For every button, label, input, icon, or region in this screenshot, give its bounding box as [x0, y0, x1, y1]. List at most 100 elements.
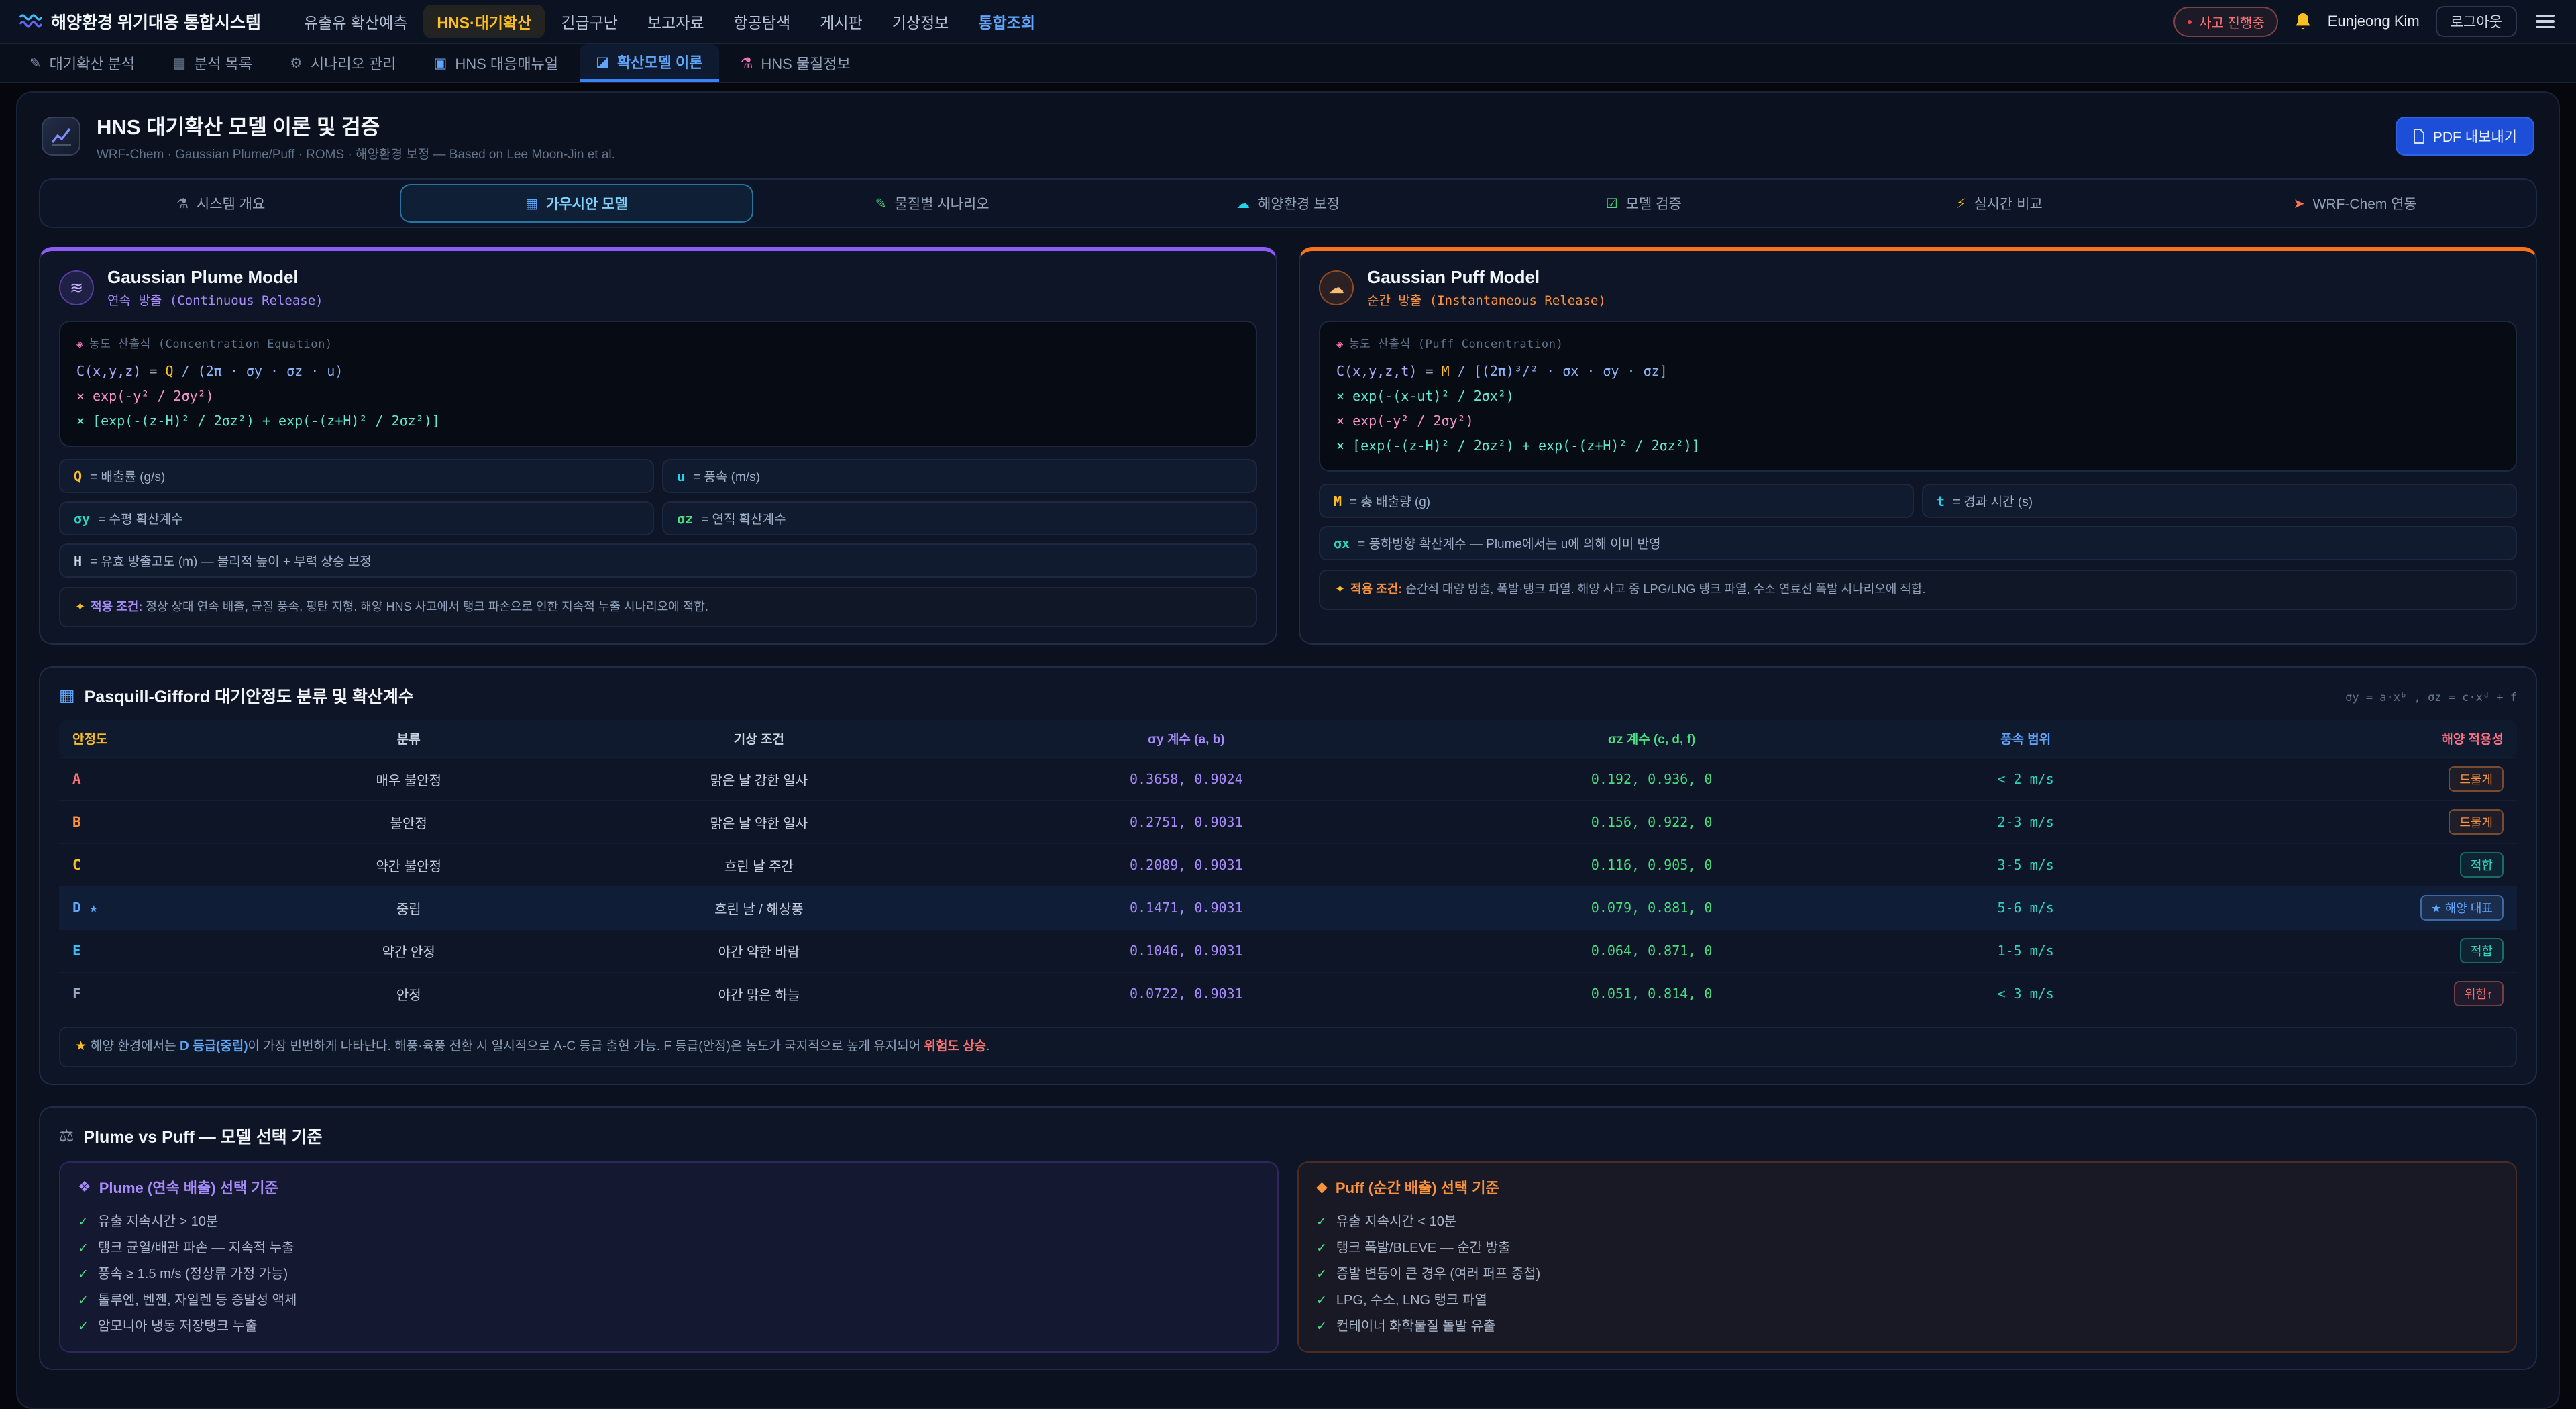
nav-item-integrated-search[interactable]: 통합조회 [965, 5, 1049, 38]
nav-item-reports[interactable]: 보고자료 [634, 5, 718, 38]
col-applicability: 해양 적용성 [2161, 720, 2517, 758]
brand-title: 해양환경 위기대응 통합시스템 [51, 9, 261, 34]
tab-gaussian-model[interactable]: ▦ 가우시안 모델 [400, 184, 753, 223]
list-item: ✓유출 지속시간 < 10분 [1316, 1207, 2498, 1233]
subnav-tab-analysis-list[interactable]: ▤ 분석 목록 [156, 44, 268, 82]
puff-title: Gaussian Puff Model [1367, 267, 1606, 288]
model-selection-card: ⚖ Plume vs Puff — 모델 선택 기준 ❖ Plume (연속 배… [39, 1106, 2537, 1370]
list-item: ✓풍속 ≥ 1.5 m/s (정상류 가정 가능) [78, 1259, 1260, 1286]
lightning-icon: ⚡ [1956, 195, 1966, 212]
check-icon: ✓ [1316, 1319, 1327, 1335]
tab-system-overview[interactable]: ⚗ 시스템 개요 [44, 184, 397, 223]
plume-title: Gaussian Plume Model [107, 267, 323, 288]
param-h: H = 유효 방출고도 (m) — 물리적 높이 + 부력 상승 보정 [59, 543, 1257, 578]
plume-params: Q = 배출률 (g/s) u = 풍속 (m/s) σy = 수평 확산계수 … [59, 459, 1257, 578]
flask-icon: ⚗ [176, 195, 189, 212]
gaussian-puff-card: ☁ Gaussian Puff Model 순간 방출 (Instantaneo… [1299, 247, 2537, 645]
logout-button[interactable]: 로그아웃 [2436, 6, 2517, 37]
applicability-badge: 드물게 [2449, 766, 2504, 792]
applicability-badge: 적합 [2460, 938, 2504, 963]
col-class: 분류 [260, 720, 558, 758]
pencil-icon: ✎ [875, 195, 887, 212]
nav-item-oil-spill[interactable]: 유출유 확산예측 [290, 5, 421, 38]
table-header-row: 안정도 분류 기상 조건 σy 계수 (a, b) σz 계수 (c, d, f… [59, 720, 2517, 758]
table-row: C 약간 불안정 흐린 날 주간 0.2089, 0.9031 0.116, 0… [59, 843, 2517, 886]
cloud-icon: ☁ [1236, 195, 1250, 212]
tab-substance-scenario[interactable]: ✎ 물질별 시나리오 [756, 184, 1109, 223]
selection-grid: ❖ Plume (연속 배출) 선택 기준 ✓유출 지속시간 > 10분 ✓탱크… [59, 1161, 2517, 1353]
param-q: Q = 배출률 (g/s) [59, 459, 654, 493]
page-header-text: HNS 대기확산 모델 이론 및 검증 WRF-Chem · Gaussian … [97, 110, 615, 162]
nav-item-rescue[interactable]: 긴급구난 [547, 5, 631, 38]
plume-card-header: ≋ Gaussian Plume Model 연속 방출 (Continuous… [59, 267, 1257, 309]
tab-wrfchem-link[interactable]: ➤ WRF-Chem 연동 [2179, 184, 2532, 223]
main-navigation: 유출유 확산예측 HNS·대기확산 긴급구난 보고자료 항공탐색 게시판 기상정… [290, 5, 1049, 38]
rocket-icon: ➤ [2294, 195, 2305, 212]
col-grade: 안정도 [59, 720, 260, 758]
table-row: F 안정 야간 맑은 하늘 0.0722, 0.9031 0.051, 0.81… [59, 972, 2517, 1014]
subnav-tab-label: 확산모델 이론 [617, 51, 703, 72]
tab-label: WRF-Chem 연동 [2313, 193, 2417, 213]
subnav-tab-diffusion-analysis[interactable]: ✎ 대기확산 분석 [13, 44, 151, 82]
applicability-badge: ★ 해양 대표 [2420, 895, 2504, 921]
book-icon: ▣ [433, 55, 447, 72]
pdf-export-label: PDF 내보내기 [2433, 126, 2517, 146]
puff-eq-title: 농도 산출식 (Puff Concentration) [1349, 337, 1564, 351]
nav-item-board[interactable]: 게시판 [806, 5, 875, 38]
menu-hamburger-icon[interactable] [2533, 9, 2557, 34]
gaussian-plume-card: ≋ Gaussian Plume Model 연속 방출 (Continuous… [39, 247, 1277, 645]
nav-item-hns-diffusion[interactable]: HNS·대기확산 [423, 5, 545, 38]
check-icon: ✓ [1316, 1267, 1327, 1282]
sub-navigation: ✎ 대기확산 분석 ▤ 분석 목록 ⚙ 시나리오 관리 ▣ HNS 대응매뉴얼 … [0, 44, 2576, 83]
nav-item-weather[interactable]: 기상정보 [879, 5, 963, 38]
tab-label: 가우시안 모델 [546, 193, 628, 213]
chart-icon: ◪ [596, 54, 609, 70]
subnav-tab-hns-manual[interactable]: ▣ HNS 대응매뉴얼 [417, 44, 574, 82]
table-footnote: ★해양 환경에서는 D 등급(중립)이 가장 빈번하게 나타난다. 해풍·육풍 … [59, 1027, 2517, 1067]
tab-label: 물질별 시나리오 [895, 193, 989, 213]
list-item: ✓컨테이너 화학물질 돌발 유출 [1316, 1312, 2498, 1338]
gem-purple-icon: ❖ [78, 1178, 91, 1196]
subnav-tab-scenario-manage[interactable]: ⚙ 시나리오 관리 [274, 44, 412, 82]
subnav-tab-label: 분석 목록 [194, 52, 252, 74]
incident-status-badge: ● 사고 진행중 [2174, 7, 2278, 37]
nav-item-aerial-search[interactable]: 항공탐색 [720, 5, 804, 38]
app-root: 해양환경 위기대응 통합시스템 유출유 확산예측 HNS·대기확산 긴급구난 보… [0, 0, 2576, 1409]
plume-eq-line1: C(x,y,z) = Q / (2π · σy · σz · u) [76, 359, 1240, 384]
list-item: ✓톨루엔, 벤젠, 자일렌 등 증발성 액체 [78, 1286, 1260, 1312]
plume-application-note: ✦적용 조건: 정상 상태 연속 배출, 균질 풍속, 평탄 지형. 해양 HN… [59, 587, 1257, 627]
check-icon: ✓ [78, 1293, 89, 1308]
subnav-tab-model-theory[interactable]: ◪ 확산모델 이론 [580, 44, 718, 82]
main-panel: HNS 대기확산 모델 이론 및 검증 WRF-Chem · Gaussian … [16, 91, 2560, 1409]
tab-realtime-compare[interactable]: ⚡ 실시간 비교 [1823, 184, 2176, 223]
tab-marine-correction[interactable]: ☁ 해양환경 보정 [1112, 184, 1464, 223]
col-sigma-z: σz 계수 (c, d, f) [1412, 720, 1890, 758]
notification-bell-icon[interactable] [2294, 12, 2312, 31]
gem-orange-icon: ◆ [1316, 1178, 1328, 1196]
list-item: ✓유출 지속시간 > 10분 [78, 1207, 1260, 1233]
pdf-export-button[interactable]: PDF 내보내기 [2396, 117, 2534, 156]
subnav-tab-label: HNS 대응매뉴얼 [455, 52, 558, 74]
puff-subtitle: 순간 방출 (Instantaneous Release) [1367, 291, 1606, 309]
check-icon: ✓ [1316, 1241, 1327, 1256]
page-header: HNS 대기확산 모델 이론 및 검증 WRF-Chem · Gaussian … [17, 93, 2559, 176]
param-sigma-y: σy = 수평 확산계수 [59, 501, 654, 535]
section-tabs: ⚗ 시스템 개요 ▦ 가우시안 모델 ✎ 물질별 시나리오 ☁ 해양환경 보정 … [39, 178, 2537, 228]
brand[interactable]: 해양환경 위기대응 통합시스템 [19, 9, 261, 34]
pin-icon: ◈ [76, 337, 84, 351]
table-row: B 불안정 맑은 날 약한 일사 0.2751, 0.9031 0.156, 0… [59, 800, 2517, 843]
balance-icon: ⚖ [59, 1126, 74, 1146]
plume-eq-title: 농도 산출식 (Concentration Equation) [89, 337, 333, 351]
bar-chart-icon: ▦ [59, 686, 75, 706]
selection-title-row: ⚖ Plume vs Puff — 모델 선택 기준 [59, 1124, 2517, 1148]
tab-model-validation[interactable]: ☑ 모델 검증 [1467, 184, 1820, 223]
param-u: u = 풍속 (m/s) [662, 459, 1257, 493]
col-sigma-y: σy 계수 (a, b) [960, 720, 1412, 758]
table-row: A 매우 불안정 맑은 날 강한 일사 0.3658, 0.9024 0.192… [59, 758, 2517, 800]
col-wind: 풍속 범위 [1891, 720, 2161, 758]
plume-subtitle: 연속 방출 (Continuous Release) [107, 291, 323, 309]
plume-criteria-header: ❖ Plume (연속 배출) 선택 기준 [78, 1176, 1260, 1198]
check-box-icon: ☑ [1606, 195, 1618, 212]
subnav-tab-hns-substance[interactable]: ⚗ HNS 물질정보 [724, 44, 867, 82]
puff-avatar-icon: ☁ [1319, 270, 1354, 305]
